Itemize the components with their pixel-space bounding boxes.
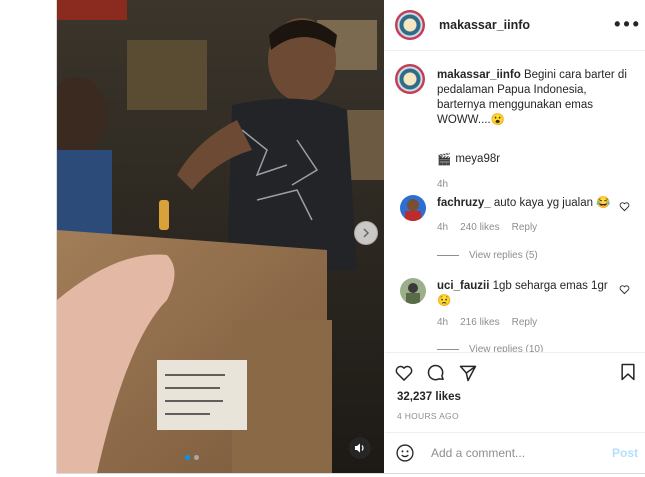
comment-text: uci_fauzii 1gb seharga emas 1gr 😟 [437,279,612,309]
divider [437,349,459,350]
comment-likes[interactable]: 240 likes [460,222,499,233]
comment-button[interactable] [426,363,446,383]
more-options-icon[interactable]: • • • [614,14,639,35]
sound-icon [355,443,364,453]
emoji-icon[interactable] [395,443,415,463]
heart-icon [395,365,413,381]
view-replies-label: View replies (10) [469,344,544,352]
avatar[interactable] [395,10,425,40]
post-side-panel: makassar_iinfo • • • makassar_iinfo Begi… [385,0,645,473]
sound-toggle-button[interactable] [349,437,371,459]
share-button[interactable] [458,363,478,383]
carousel-dot [185,455,190,460]
bookmark-icon [621,363,635,381]
comment-likes[interactable]: 216 likes [460,317,499,328]
view-replies-label: View replies (5) [469,250,538,261]
post-timestamp: 4 HOURS AGO [397,411,459,421]
caption-tag: 🎬 meya98r [437,152,500,166]
caption-time: 4h [437,179,449,190]
instagram-post: makassar_iinfo • • • makassar_iinfo Begi… [56,0,645,474]
avatar[interactable] [400,195,426,221]
add-comment-bar: Post [385,432,645,473]
comment-username[interactable]: uci_fauzii [437,280,489,292]
view-replies-button[interactable]: View replies (10) [437,344,543,352]
post-actions-area: 32,237 likes 4 HOURS AGO [385,352,645,421]
share-icon [459,365,477,382]
avatar[interactable] [400,278,426,304]
comment-time: 4h [437,222,449,233]
post-header: makassar_iinfo • • • [385,0,645,51]
post-media[interactable] [57,0,384,473]
like-button[interactable] [394,363,414,383]
comment-text: fachruzy_ auto kaya yg jualan 😂 [437,196,612,211]
carousel-dots [185,455,199,460]
comments-section: makassar_iinfo Begini cara barter di ped… [385,52,645,352]
save-button[interactable] [618,362,638,382]
tagged-user-link[interactable]: meya98r [455,153,500,165]
chevron-right-icon [363,228,370,238]
comment-username[interactable]: fachruzy_ [437,197,491,209]
post-comment-button[interactable]: Post [612,446,638,460]
header-username[interactable]: makassar_iinfo [439,18,530,32]
comment-content: auto kaya yg jualan 😂 [493,197,611,209]
comment-time: 4h [437,317,449,328]
heart-icon[interactable] [619,201,630,212]
divider [437,255,459,256]
video-frame [57,0,384,473]
comment-meta: 4h 240 likes Reply [437,222,537,233]
heart-icon[interactable] [619,284,630,295]
view-replies-button[interactable]: View replies (5) [437,250,538,261]
reply-button[interactable]: Reply [512,317,538,328]
reply-button[interactable]: Reply [512,222,538,233]
likes-count[interactable]: 32,237 likes [397,391,461,403]
comment-icon [427,364,444,381]
comment-meta: 4h 216 likes Reply [437,317,537,328]
next-slide-button[interactable] [354,221,378,245]
caption-username[interactable]: makassar_iinfo [437,69,521,81]
clapper-icon: 🎬 [437,154,452,166]
carousel-dot [194,455,199,460]
avatar[interactable] [395,64,425,94]
comment-input[interactable] [429,445,603,461]
caption-text: makassar_iinfo Begini cara barter di ped… [437,68,637,128]
action-bar [385,353,645,393]
